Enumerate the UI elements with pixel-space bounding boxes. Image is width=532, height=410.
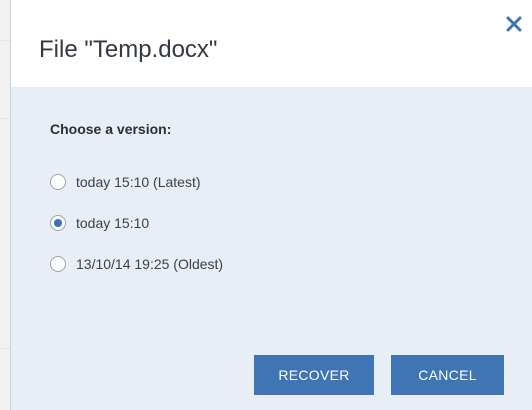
- dialog-title: File "Temp.docx": [39, 36, 218, 63]
- recover-button[interactable]: RECOVER: [254, 355, 374, 395]
- version-option-latest[interactable]: today 15:10 (Latest): [50, 172, 223, 192]
- radio-button[interactable]: [50, 215, 66, 231]
- version-radio-group: today 15:10 (Latest) today 15:10 13/10/1…: [50, 172, 223, 295]
- version-dialog: File "Temp.docx" Choose a version: today…: [10, 0, 532, 410]
- version-option-middle[interactable]: today 15:10: [50, 213, 223, 233]
- close-icon: [506, 16, 522, 32]
- dialog-header: File "Temp.docx": [11, 0, 532, 87]
- version-label: today 15:10: [76, 215, 150, 231]
- cancel-button[interactable]: CANCEL: [391, 355, 504, 395]
- close-button[interactable]: [504, 14, 524, 34]
- radio-button[interactable]: [50, 174, 66, 190]
- version-label: today 15:10 (Latest): [76, 174, 201, 190]
- radio-button[interactable]: [50, 256, 66, 272]
- choose-version-label: Choose a version:: [50, 121, 172, 137]
- version-option-oldest[interactable]: 13/10/14 19:25 (Oldest): [50, 254, 223, 274]
- version-label: 13/10/14 19:25 (Oldest): [76, 256, 224, 272]
